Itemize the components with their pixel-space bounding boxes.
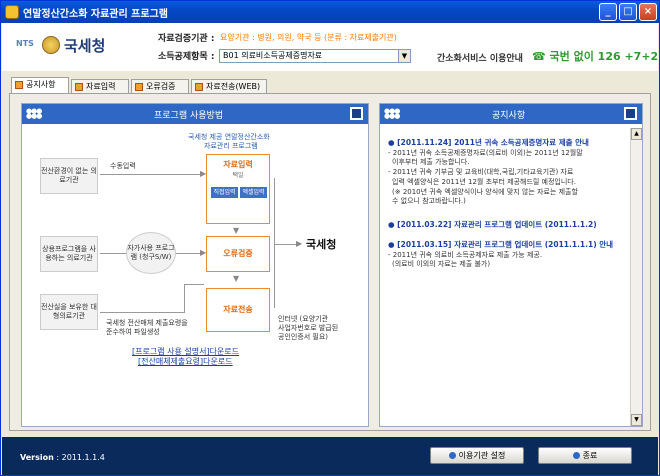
deduction-label: 소득공제항목 : — [158, 52, 215, 62]
emblem-icon — [42, 36, 60, 54]
self-program: 자가사용 프로그램 (청구S/W) — [126, 232, 176, 274]
note-right3: 공인인증서 필요) — [278, 333, 329, 341]
app-window: 연말정산간소화 자료관리 프로그램 _ □ × NTS 국세청 자료검증기관 :… — [0, 0, 660, 476]
inst-large: 전산실을 보유한 대형의료기관 — [40, 294, 98, 330]
exit-button[interactable]: 종료 — [538, 447, 632, 464]
notice-body-line: 입력 엑셀양식은 2011년 12월 초부터 제공해드릴 예정입니다. — [392, 177, 576, 186]
notice-title: ● [2011.03.22] 자료관리 프로그램 업데이트 (2011.1.1.… — [388, 220, 597, 229]
institution-setup-button[interactable]: 이용기관 설정 — [430, 447, 524, 464]
usage-diagram: 국세청 제공 연말정산간소화 자료관리 프로그램 전산환경이 없는 의료기관 상… — [26, 128, 364, 422]
maximize-button[interactable]: □ — [619, 3, 637, 21]
tab-icon — [75, 83, 83, 91]
notice-title: ● [2011.11.24] 2011년 귀속 소득공제증명자료 제출 안내 — [388, 138, 589, 147]
notice-item[interactable]: ● [2011.11.24] 2011년 귀속 소득공제증명자료 제출 안내 -… — [388, 138, 632, 207]
notice-body-line: - 2011년 귀속 소득공제증명자료(의료비 이외)는 2011년 12월말 — [388, 148, 583, 157]
phone-number: ☎ 국번 없이 126 +7+2 — [532, 50, 659, 63]
panel-maximize-button[interactable] — [624, 107, 637, 120]
notice-title-text: [2011.03.15] 자료관리 프로그램 업데이트 (2011.1.1.1)… — [397, 240, 614, 249]
choose-label: 택일 — [232, 172, 244, 179]
inst-no-system: 전산환경이 없는 의료기관 — [40, 158, 98, 194]
nts-logo: NTS 국세청 — [16, 35, 116, 57]
flow-line — [184, 284, 185, 313]
usage-panel: ●●● ●●● 프로그램 사용방법 국세청 제공 연말정산간소화 자료관리 프로그… — [21, 103, 369, 427]
flow-line — [100, 312, 184, 313]
logo-name: 국세청 — [64, 37, 106, 55]
notice-item[interactable]: ● [2011.03.22] 자료관리 프로그램 업데이트 (2011.1.1.… — [388, 220, 632, 231]
step-input: 자료입력 택일 직접입력 엑셀입력 — [206, 154, 270, 224]
tab-input-label: 자료입력 — [86, 82, 116, 91]
flow-line — [274, 178, 275, 308]
tab-icon — [135, 83, 143, 91]
grip-icon: ●●● ●●● — [26, 107, 42, 120]
deduction-select-value: B01 의료비소득공제증명자료 — [223, 51, 323, 60]
note-left2: 준수하여 파일생성 — [106, 328, 160, 336]
tab-verify[interactable]: 오류검증 — [131, 79, 189, 93]
notice-body-line: (※ 2010년 귀속 엑셀양식이나 양식에 맞지 않는 자료는 제출할 — [392, 187, 578, 196]
logo-prefix: NTS — [16, 39, 34, 48]
app-icon — [5, 5, 19, 19]
flow-line — [100, 174, 204, 175]
step-verify: 오류검증 — [206, 236, 270, 272]
excel-input-badge: 엑셀입력 — [240, 187, 267, 198]
notice-body-line: - 2011년 귀속 의료비 소득공제자료 제출 가능 제공. — [388, 250, 543, 259]
tab-send-label: 자료전송(WEB) — [206, 82, 261, 91]
grip-icon: ●●● ●●● — [384, 107, 400, 120]
scroll-up-button[interactable]: ▲ — [631, 128, 642, 140]
notice-title: ● [2011.03.15] 자료관리 프로그램 업데이트 (2011.1.1.… — [388, 240, 614, 249]
agency-value: 요양기관 : 병원, 의원, 약국 등 (분류 : 자료제출기관) — [220, 33, 397, 42]
scroll-down-button[interactable]: ▼ — [631, 414, 642, 426]
chevron-down-icon[interactable]: ▼ — [398, 50, 410, 62]
step-send: 자료전송 — [206, 288, 270, 332]
arrow-down-icon: ▼ — [233, 226, 240, 235]
notice-panel: ●●● ●●● 공지사항 ● [2011.11.24] 2011년 귀속 소득공제… — [379, 103, 643, 427]
phone-text: 국번 없이 126 +7+2 — [549, 50, 659, 63]
nts-destination: 국세청 — [306, 238, 337, 251]
tab-verify-label: 오류검증 — [146, 82, 176, 91]
flow-line — [184, 284, 204, 285]
notice-panel-header: ●●● ●●● 공지사항 — [380, 104, 642, 124]
arrow-down-icon: ▼ — [233, 274, 240, 283]
version-value: : 2011.1.1.4 — [56, 453, 105, 462]
flow-line — [100, 253, 126, 254]
arrow-icon — [572, 452, 580, 459]
tab-icon — [15, 81, 23, 89]
minimize-button[interactable]: _ — [599, 3, 617, 21]
step-input-label: 자료입력 — [223, 160, 253, 169]
deduction-select[interactable]: B01 의료비소득공제증명자료 ▼ — [219, 49, 411, 63]
notice-panel-title: 공지사항 — [492, 111, 526, 121]
notice-body-line: (의료비 이외의 자료는 제출 불가) — [392, 260, 491, 269]
footer: Version : 2011.1.1.4 이용기관 설정 종료 — [2, 437, 658, 475]
version-info: Version : 2011.1.1.4 — [20, 453, 105, 462]
notice-body-line: 수 없으니 참고바랍니다.) — [392, 197, 466, 206]
notice-scrollbar[interactable]: ▲ ▼ — [630, 128, 642, 426]
agency-label: 자료검증기관 : — [158, 34, 215, 44]
notice-body-line: 이후부터 제출 가능합니다. — [392, 158, 470, 167]
setup-label: 이용기관 설정 — [458, 451, 506, 460]
arrow-right-icon: ▶ — [296, 239, 303, 248]
window-title: 연말정산간소화 자료관리 프로그램 — [23, 9, 168, 20]
exit-label: 종료 — [582, 451, 598, 460]
arrow-icon — [448, 452, 456, 459]
tab-send[interactable]: 자료전송(WEB) — [191, 79, 267, 93]
close-button[interactable]: × — [639, 3, 657, 21]
usage-panel-header: ●●● ●●● 프로그램 사용방법 — [22, 104, 368, 124]
manual-input-label: 수동입력 — [110, 162, 136, 170]
notice-body-line: - 2011년 귀속 기부금 및 교육비(대학,국립,기타교육기관) 자료 — [388, 168, 574, 177]
tab-notice-label: 공지사항 — [26, 80, 56, 89]
direct-input-badge: 직접입력 — [211, 187, 238, 198]
inst-commercial: 상용프로그램을 사용하는 의료기관 — [40, 236, 98, 272]
media-guide-download-link[interactable]: [전산매체제출요령]다운로드 — [138, 356, 233, 367]
tab-input[interactable]: 자료입력 — [71, 79, 129, 93]
notice-item[interactable]: ● [2011.03.15] 자료관리 프로그램 업데이트 (2011.1.1.… — [388, 240, 632, 270]
notice-title-text: [2011.03.22] 자료관리 프로그램 업데이트 (2011.1.1.2) — [397, 220, 597, 229]
usage-panel-title: 프로그램 사용방법 — [154, 111, 224, 121]
notice-title-text: [2011.11.24] 2011년 귀속 소득공제증명자료 제출 안내 — [397, 138, 589, 147]
tab-notice[interactable]: 공지사항 — [11, 77, 69, 93]
version-label: Version — [20, 453, 54, 462]
tab-icon — [195, 83, 203, 91]
panel-maximize-button[interactable] — [350, 107, 363, 120]
title-bar: 연말정산간소화 자료관리 프로그램 _ □ × — [1, 1, 659, 23]
service-info: 간소화서비스 이용안내 — [437, 54, 523, 64]
caption-line2: 자료관리 프로그램 — [204, 142, 258, 150]
